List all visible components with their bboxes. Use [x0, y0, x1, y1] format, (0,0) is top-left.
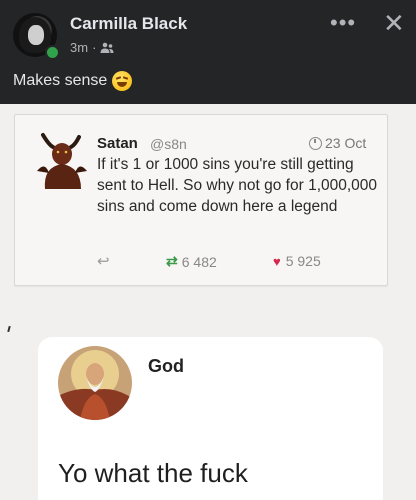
online-status-dot: [45, 45, 60, 60]
like-count-text: 5 925: [285, 253, 321, 269]
clock-icon: [309, 136, 322, 150]
like-count: ♥ 5 925: [273, 253, 321, 269]
tweet-author-name[interactable]: Satan: [97, 135, 138, 152]
retweet-count: ⇄ 6 482: [166, 253, 217, 270]
tweet-text: If it's 1 or 1000 sins you're still gett…: [97, 156, 378, 215]
god-message: Yo what the fuck: [58, 458, 248, 488]
heart-icon: ♥: [273, 253, 281, 269]
god-avatar: [58, 346, 132, 420]
stray-mark: [7, 325, 11, 333]
god-name: God: [148, 356, 184, 376]
rolling-on-floor-laughing-emoji: [112, 71, 133, 91]
more-options-icon[interactable]: •••: [330, 10, 356, 36]
tweet-date: 23 Oct: [309, 135, 366, 151]
god-reply-card: God Yo what the fuck: [38, 337, 383, 500]
reply-icon: ↩: [97, 253, 110, 270]
caption-text: Makes sense: [13, 72, 108, 89]
tweet-card: Satan @s8n 23 Oct If it's 1 or 1000 sins…: [14, 114, 388, 286]
tweet-actions: ↩ ⇄ 6 482 ♥ 5 925: [97, 252, 377, 272]
friends-icon[interactable]: [100, 42, 114, 54]
retweet-icon: ⇄: [166, 253, 178, 269]
post-caption: Makes sense: [13, 71, 133, 91]
meta-separator: ·: [92, 40, 97, 55]
post-header: Carmilla Black 3m · ••• ✕ Makes sense: [0, 0, 416, 104]
author-name[interactable]: Carmilla Black: [70, 14, 187, 34]
retweet-count-text: 6 482: [181, 253, 217, 270]
close-icon[interactable]: ✕: [383, 10, 405, 36]
post-image[interactable]: Satan @s8n 23 Oct If it's 1 or 1000 sins…: [0, 104, 416, 500]
avatar-face: [28, 25, 44, 45]
tweet-handle[interactable]: @s8n: [150, 136, 187, 152]
tweet-date-text: 23 Oct: [325, 135, 367, 151]
post-meta: 3m ·: [70, 40, 114, 55]
post-time[interactable]: 3m: [70, 40, 88, 55]
satan-avatar: [35, 131, 95, 191]
